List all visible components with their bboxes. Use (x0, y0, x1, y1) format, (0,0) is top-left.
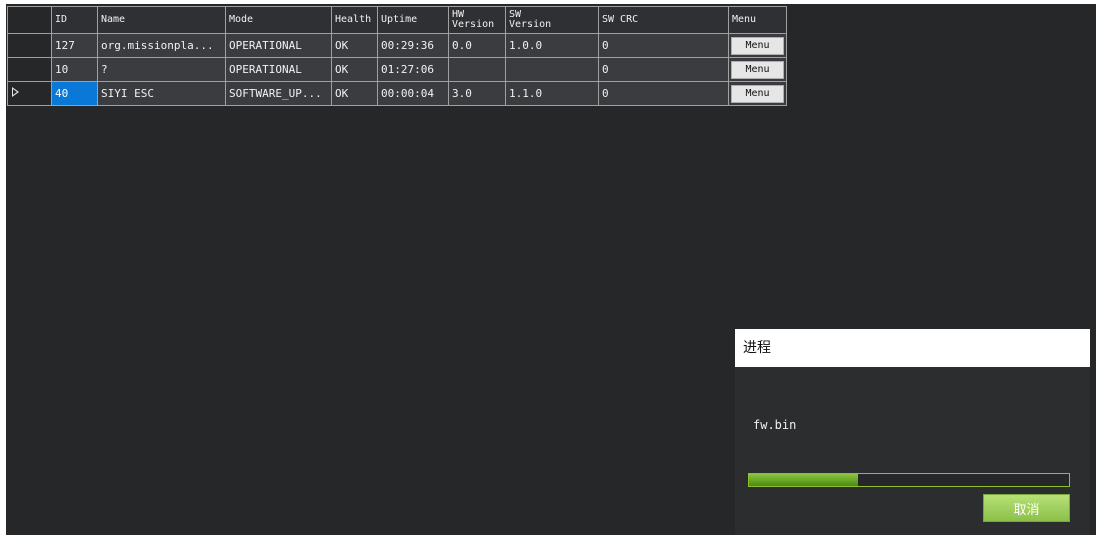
column-header-uptime[interactable]: Uptime (377, 6, 449, 34)
sw-crc-cell[interactable]: 0 (598, 57, 729, 82)
column-header-name[interactable]: Name (97, 6, 226, 34)
row-header-cell[interactable] (7, 57, 52, 82)
dialog-title: 进程 (735, 329, 1090, 367)
row-header-cell[interactable] (7, 81, 52, 106)
sw-crc-cell[interactable]: 0 (598, 81, 729, 106)
table-row[interactable]: 127 org.missionpla... OPERATIONAL OK 00:29:3… (7, 33, 787, 58)
sw-version-cell[interactable]: 1.1.0 (505, 81, 599, 106)
row-menu-button[interactable]: Menu (731, 84, 784, 103)
column-header-menu[interactable]: Menu (728, 6, 787, 34)
node-grid: ID Name Mode Health Uptime HW Version SW… (7, 6, 787, 106)
sw-crc-cell[interactable]: 0 (598, 33, 729, 58)
hw-version-cell[interactable] (448, 57, 506, 82)
row-menu-button[interactable]: Menu (731, 36, 784, 55)
mode-cell[interactable]: OPERATIONAL (225, 57, 332, 82)
sw-version-cell[interactable]: 1.0.0 (505, 33, 599, 58)
table-row[interactable]: 10? OPERATIONAL OK 01:27:06 0 Menu (7, 57, 787, 82)
name-cell[interactable]: ? (97, 57, 226, 82)
health-cell[interactable]: OK (331, 33, 378, 58)
mode-cell[interactable]: SOFTWARE_UP... (225, 81, 332, 106)
cancel-button[interactable]: 取消 (983, 494, 1070, 522)
name-cell[interactable]: org.missionpla... (97, 33, 226, 58)
progress-filename: fw.bin (753, 418, 797, 432)
hw-version-cell[interactable]: 3.0 (448, 81, 506, 106)
menu-cell: Menu (728, 57, 787, 82)
id-cell[interactable]: 40 (51, 81, 98, 106)
row-header-cell[interactable] (7, 33, 52, 58)
app-window: ID Name Mode Health Uptime HW Version SW… (6, 4, 1096, 535)
current-row-arrow-icon (12, 87, 19, 97)
id-cell[interactable]: 10 (51, 57, 98, 82)
id-cell[interactable]: 127 (51, 33, 98, 58)
column-header-mode[interactable]: Mode (225, 6, 332, 34)
menu-cell: Menu (728, 33, 787, 58)
column-header-sw-crc[interactable]: SW CRC (598, 6, 729, 34)
hw-version-cell[interactable]: 0.0 (448, 33, 506, 58)
health-cell[interactable]: OK (331, 57, 378, 82)
progress-bar (748, 473, 1070, 487)
grid-header-row: ID Name Mode Health Uptime HW Version SW… (7, 6, 787, 34)
table-row[interactable]: 40 SIYI ESC SOFTWARE_UP... OK 00:00:04 3.0 1.1… (7, 81, 787, 106)
mode-cell[interactable]: OPERATIONAL (225, 33, 332, 58)
uptime-cell[interactable]: 00:29:36 (377, 33, 449, 58)
column-header-hw-version[interactable]: HW Version (448, 6, 506, 34)
menu-cell: Menu (728, 81, 787, 106)
name-cell[interactable]: SIYI ESC (97, 81, 226, 106)
column-header-health[interactable]: Health (331, 6, 378, 34)
progress-fill (749, 474, 858, 486)
column-header-sw-version[interactable]: SW Version (505, 6, 599, 34)
health-cell[interactable]: OK (331, 81, 378, 106)
uptime-cell[interactable]: 01:27:06 (377, 57, 449, 82)
progress-dialog: 进程 fw.bin 取消 (735, 329, 1090, 535)
uptime-cell[interactable]: 00:00:04 (377, 81, 449, 106)
column-header-id[interactable]: ID (51, 6, 98, 34)
corner-header-cell (7, 6, 52, 34)
row-menu-button[interactable]: Menu (731, 60, 784, 79)
sw-version-cell[interactable] (505, 57, 599, 82)
